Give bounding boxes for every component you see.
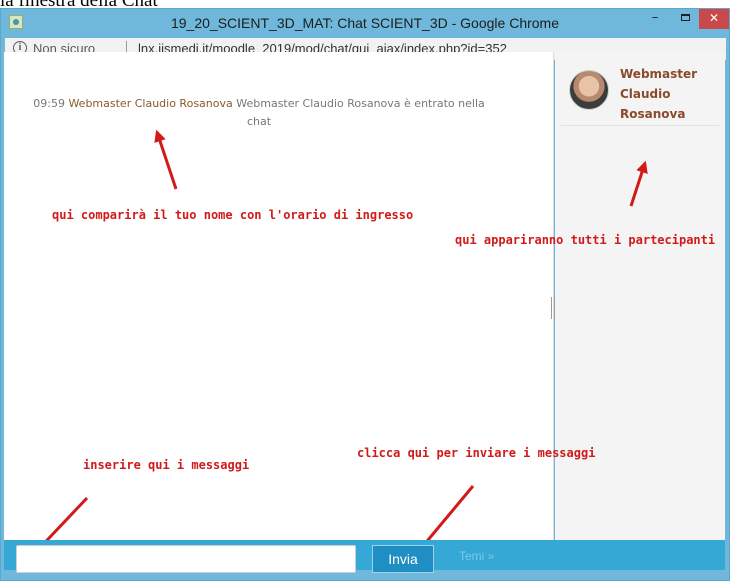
chat-input-bar: Invia Temi »: [4, 540, 725, 573]
annotation-insert-messages: inserire qui i messaggi: [83, 458, 250, 472]
message-input[interactable]: [16, 545, 356, 573]
participant-name[interactable]: Webmaster Claudio Rosanova: [620, 64, 715, 124]
maximize-button[interactable]: [674, 9, 696, 29]
participants-panel: Webmaster Claudio Rosanova: [555, 52, 725, 540]
chat-message: 09:59 Webmaster Claudio Rosanova Webmast…: [24, 95, 494, 131]
annotation-name-time: qui comparirà il tuo nome con l'orario d…: [52, 208, 414, 222]
window-title: 19_20_SCIENT_3D_MAT: Chat SCIENT_3D - Go…: [170, 15, 559, 31]
annotation-participants: qui appariranno tutti i partecipanti: [455, 233, 716, 247]
send-button[interactable]: Invia: [372, 545, 434, 573]
close-button[interactable]: ✕: [699, 9, 729, 29]
annotation-send-messages: clicca qui per inviare i messaggi: [357, 446, 596, 460]
message-user[interactable]: Webmaster Claudio Rosanova: [68, 97, 232, 110]
document-caption: la finestra della Chat: [0, 0, 158, 8]
participant-item[interactable]: Webmaster Claudio Rosanova: [561, 60, 719, 126]
themes-link[interactable]: Temi »: [459, 549, 494, 563]
minimize-button[interactable]: –: [644, 9, 666, 29]
panel-resize-handle[interactable]: [551, 297, 555, 319]
maximize-icon: [680, 14, 690, 21]
title-bar[interactable]: 19_20_SCIENT_3D_MAT: Chat SCIENT_3D - Go…: [1, 9, 729, 37]
message-text: Webmaster Claudio Rosanova è entrato nel…: [236, 97, 485, 128]
avatar[interactable]: [569, 70, 609, 110]
message-time: 09:59: [33, 97, 65, 110]
